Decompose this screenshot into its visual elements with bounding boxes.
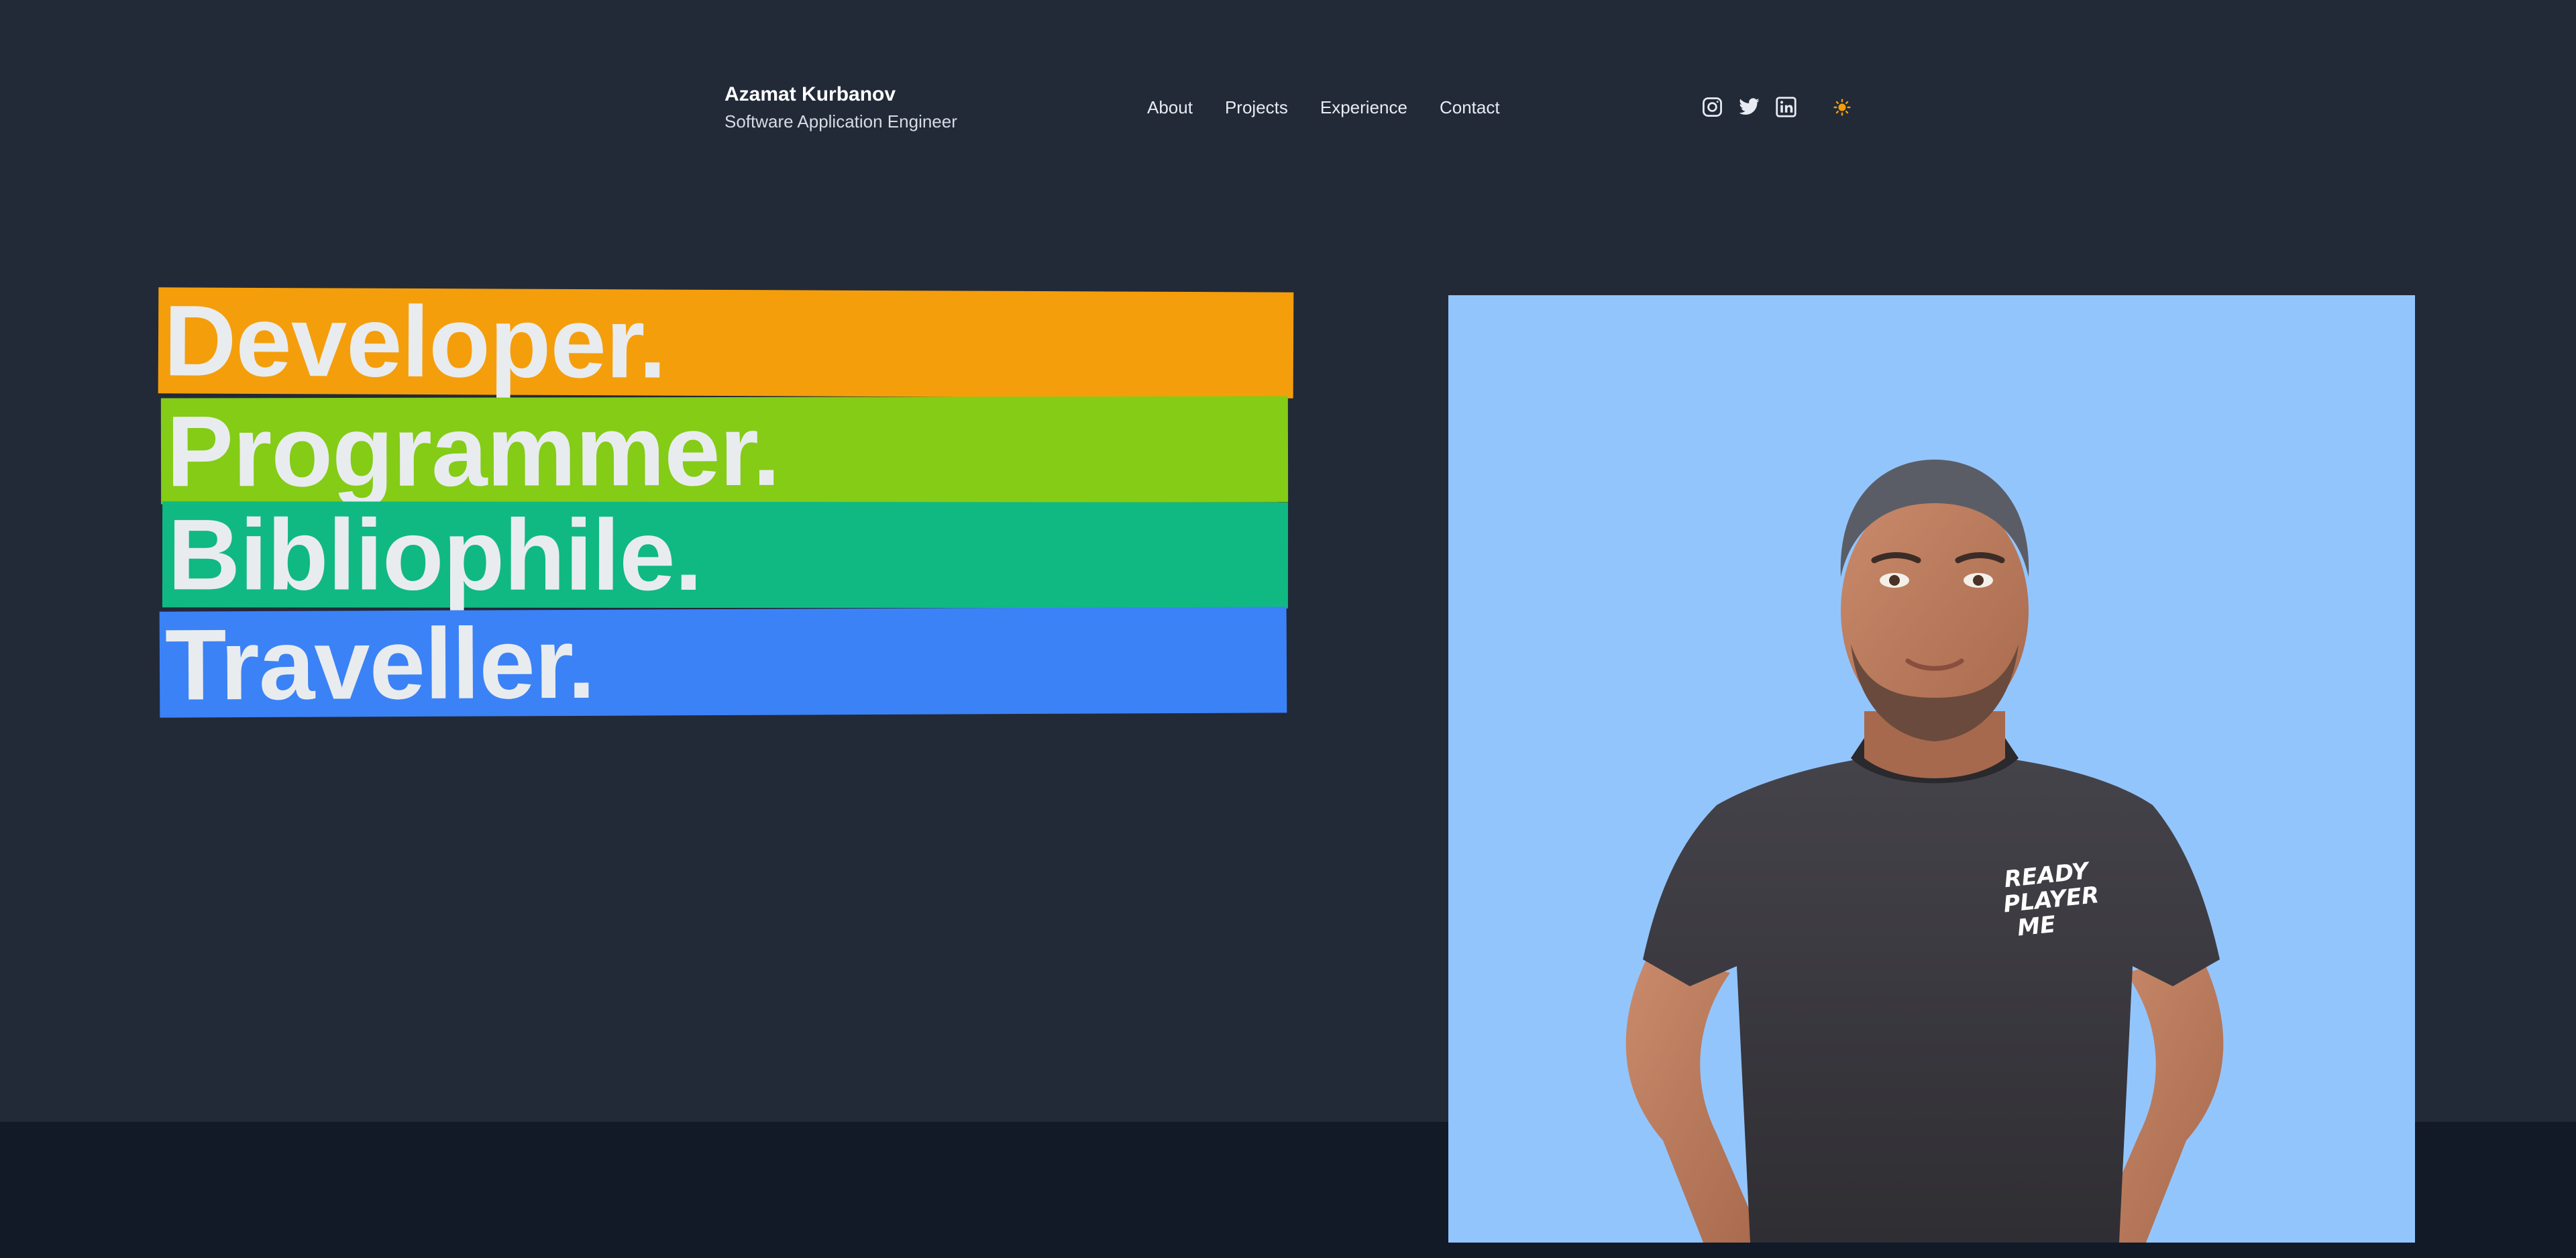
nav-experience[interactable]: Experience xyxy=(1320,95,1407,119)
instagram-icon[interactable] xyxy=(1701,96,1723,118)
hero-band-developer: Developer. xyxy=(158,284,1294,399)
brand[interactable]: Azamat Kurbanov Software Application Eng… xyxy=(724,82,957,133)
avatar-image: READY PLAYER ME xyxy=(1448,295,2415,1243)
brand-name[interactable]: Azamat Kurbanov xyxy=(724,82,957,107)
shirt-logo-line-3: ME xyxy=(2016,911,2057,942)
hero-band-bibliophile: Bibliophile. xyxy=(162,498,1289,611)
twitter-icon[interactable] xyxy=(1738,96,1760,118)
hero-word-programmer: Programmer. xyxy=(166,393,780,508)
nav-about[interactable]: About xyxy=(1147,95,1193,119)
hero-band-traveller: Traveller. xyxy=(159,606,1287,721)
hero-word-traveller: Traveller. xyxy=(164,606,595,721)
brand-subtitle: Software Application Engineer xyxy=(724,111,957,132)
theme-toggle-button[interactable] xyxy=(1832,97,1852,117)
hero-band-programmer: Programmer. xyxy=(160,393,1289,508)
site-header: Azamat Kurbanov Software Application Eng… xyxy=(0,0,2576,215)
hero-word-bibliophile: Bibliophile. xyxy=(167,498,702,611)
nav-contact[interactable]: Contact xyxy=(1440,95,1500,119)
nav-projects[interactable]: Projects xyxy=(1225,95,1288,119)
avatar-illustration: READY PLAYER ME xyxy=(1625,460,2224,1243)
social-links xyxy=(1701,96,1852,118)
linkedin-icon[interactable] xyxy=(1775,96,1797,118)
sun-icon xyxy=(1833,98,1851,116)
main-nav: About Projects Experience Contact xyxy=(1147,95,1500,119)
hero-word-developer: Developer. xyxy=(163,284,667,399)
